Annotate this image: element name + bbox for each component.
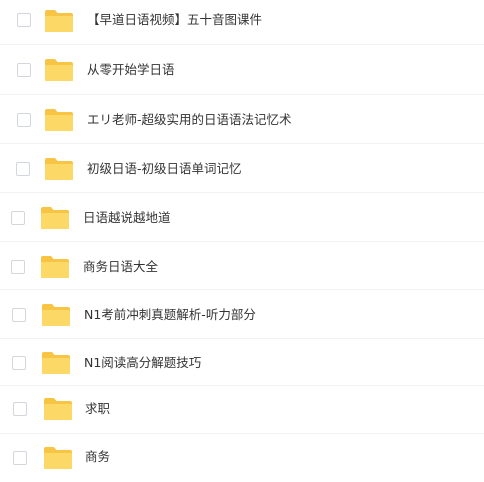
file-row-6[interactable]: N1考前冲刺真题解析-听力部分 [0,290,484,339]
file-name[interactable]: N1考前冲刺真题解析-听力部分 [84,307,256,323]
file-name[interactable]: 商务 [85,449,110,465]
folder-icon [44,108,74,132]
file-row-3[interactable]: 初级日语-初级日语单词记忆 [0,144,484,193]
folder-icon [43,446,73,470]
row-checkbox[interactable] [12,308,26,322]
file-name[interactable]: 商务日语大全 [83,259,158,275]
file-row-0[interactable]: 【早道日语视频】五十音图课件 [0,0,484,45]
row-checkbox[interactable] [13,451,27,465]
row-checkbox[interactable] [17,113,31,127]
file-row-2[interactable]: エリ老师-超级实用的日语语法记忆术 [0,95,484,144]
file-name[interactable]: 求职 [85,401,110,417]
file-name[interactable]: 【早道日语视频】五十音图课件 [87,12,262,28]
folder-icon [43,397,73,421]
row-checkbox[interactable] [13,402,27,416]
row-checkbox[interactable] [12,356,26,370]
file-row-7[interactable]: N1阅读高分解题技巧 [0,339,484,386]
row-checkbox[interactable] [16,162,30,176]
folder-icon [44,9,74,33]
file-name[interactable]: 初级日语-初级日语单词记忆 [87,161,242,177]
file-name[interactable]: 从零开始学日语 [87,62,175,78]
file-name[interactable]: N1阅读高分解题技巧 [84,355,201,371]
file-row-1[interactable]: 从零开始学日语 [0,45,484,95]
file-row-8[interactable]: 求职 [0,386,484,434]
file-list: 【早道日语视频】五十音图课件 从零开始学日语 エリ老师-超级实用的日语语法记忆术… [0,0,484,482]
folder-icon [41,303,71,327]
row-checkbox[interactable] [17,13,31,27]
row-checkbox[interactable] [11,211,25,225]
file-row-9[interactable]: 商务 [0,434,484,482]
folder-icon [44,157,74,181]
folder-icon [40,255,70,279]
folder-icon [41,351,71,375]
file-row-5[interactable]: 商务日语大全 [0,242,484,290]
row-checkbox[interactable] [17,63,31,77]
file-row-4[interactable]: 日语越说越地道 [0,193,484,242]
folder-icon [44,58,74,82]
row-checkbox[interactable] [11,260,25,274]
folder-icon [40,206,70,230]
file-name[interactable]: 日语越说越地道 [83,210,171,226]
file-name[interactable]: エリ老师-超级实用的日语语法记忆术 [87,112,292,128]
